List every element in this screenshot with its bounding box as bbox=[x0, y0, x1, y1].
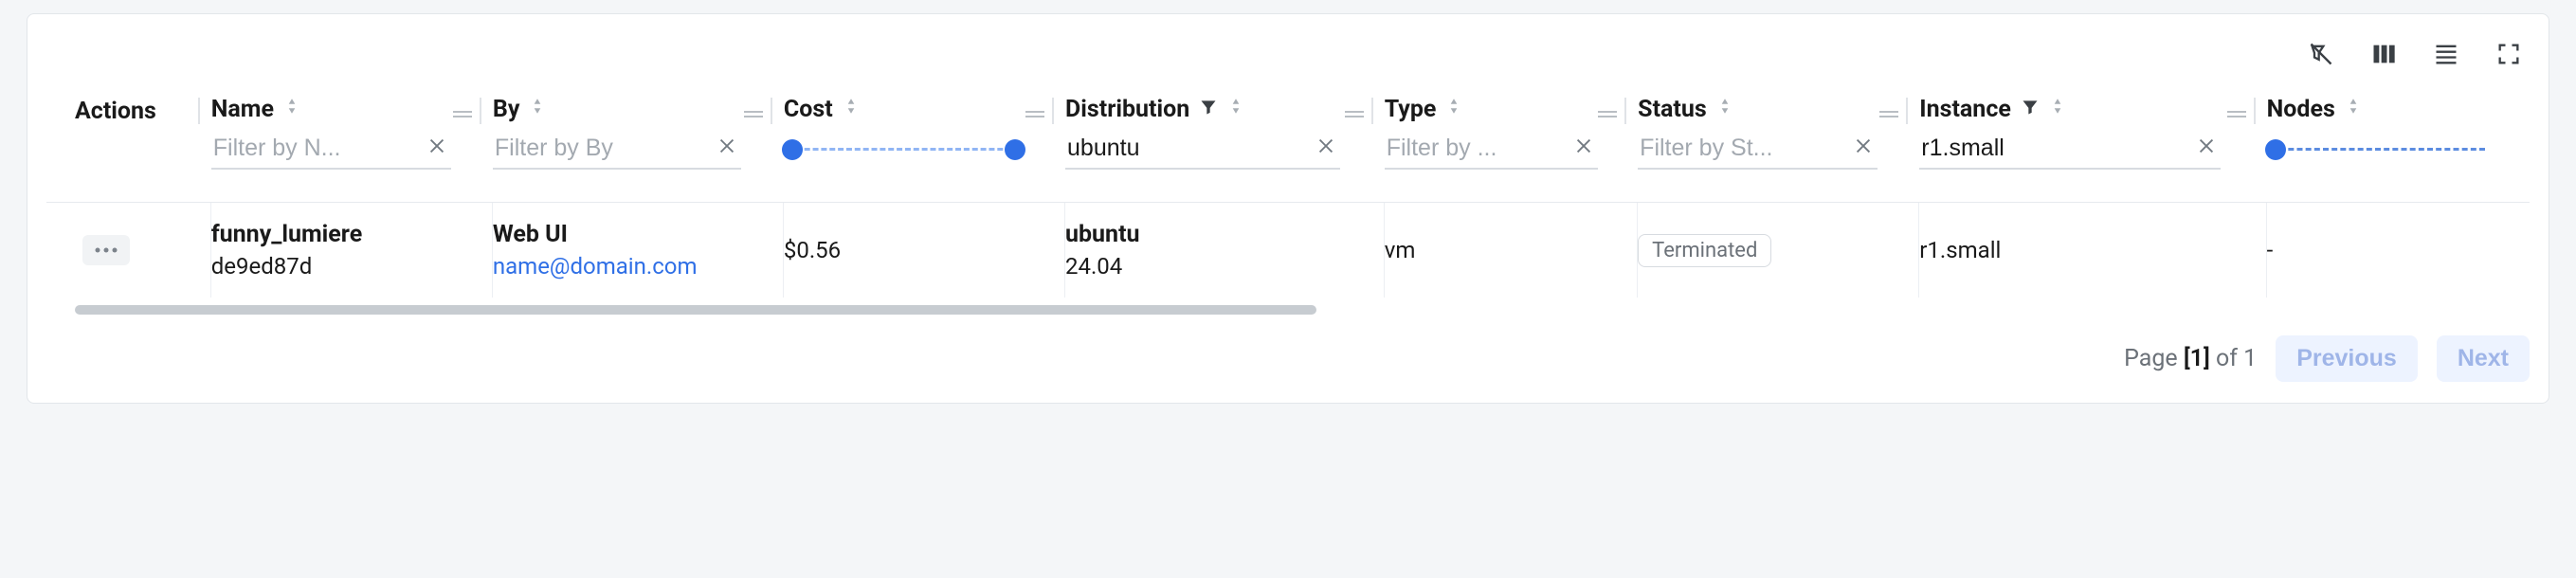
data-table-card: Actions Name By bbox=[27, 13, 2549, 404]
header-label-status: Status bbox=[1638, 96, 1707, 123]
clear-icon[interactable] bbox=[423, 135, 451, 162]
filter-name-input[interactable] bbox=[211, 131, 423, 166]
filter-active-icon[interactable] bbox=[1199, 96, 1218, 123]
slider-thumb-min[interactable] bbox=[2265, 139, 2286, 160]
nodes-range-slider[interactable] bbox=[2267, 135, 2489, 165]
header-label-instance: Instance bbox=[1919, 96, 2011, 123]
row-type: vm bbox=[1385, 235, 1618, 265]
row-id: de9ed87d bbox=[211, 251, 473, 281]
filter-type-input[interactable] bbox=[1385, 131, 1569, 166]
slider-track bbox=[788, 148, 1020, 151]
clear-icon[interactable] bbox=[1312, 135, 1340, 162]
header-label-name: Name bbox=[211, 96, 274, 123]
column-header-cost[interactable]: Cost bbox=[784, 96, 1065, 165]
drag-handle-icon[interactable] bbox=[1024, 99, 1046, 127]
sort-icon[interactable] bbox=[1716, 96, 1733, 123]
row-cost: $0.56 bbox=[784, 235, 1045, 265]
column-header-status[interactable]: Status bbox=[1638, 96, 1919, 170]
filter-off-icon[interactable] bbox=[2306, 39, 2336, 69]
cell-by: Web UI name@domain.com bbox=[493, 203, 784, 298]
column-header-instance[interactable]: Instance bbox=[1919, 96, 2266, 170]
next-button[interactable]: Next bbox=[2437, 335, 2530, 382]
clear-icon[interactable] bbox=[713, 135, 741, 162]
sort-icon[interactable] bbox=[1227, 96, 1244, 123]
slider-thumb-min[interactable] bbox=[782, 139, 803, 160]
row-distribution-version: 24.04 bbox=[1065, 251, 1365, 281]
cell-instance: r1.small bbox=[1919, 203, 2266, 298]
header-label-by: By bbox=[493, 96, 520, 123]
sort-icon[interactable] bbox=[843, 96, 860, 123]
slider-thumb-max[interactable] bbox=[1005, 139, 1025, 160]
column-header-nodes[interactable]: Nodes bbox=[2267, 96, 2530, 165]
sort-icon[interactable] bbox=[2345, 96, 2362, 123]
row-name: funny_lumiere bbox=[211, 219, 473, 251]
sort-icon[interactable] bbox=[2049, 96, 2066, 123]
table-row: funny_lumiere de9ed87d Web UI name@domai… bbox=[46, 203, 2530, 298]
filter-by-input[interactable] bbox=[493, 131, 713, 166]
filter-instance-input[interactable] bbox=[1919, 131, 2192, 166]
cell-actions bbox=[75, 203, 211, 298]
page-indicator: Page [1] of 1 bbox=[2124, 345, 2257, 372]
row-nodes: - bbox=[2267, 235, 2511, 265]
pagination: Page [1] of 1 Previous Next bbox=[46, 335, 2530, 382]
cell-name: funny_lumiere de9ed87d bbox=[211, 203, 493, 298]
drag-handle-icon[interactable] bbox=[1343, 99, 1366, 127]
clear-icon[interactable] bbox=[1569, 135, 1598, 162]
filter-status-input[interactable] bbox=[1638, 131, 1849, 166]
fullscreen-icon[interactable] bbox=[2494, 39, 2524, 69]
filter-instance[interactable] bbox=[1919, 131, 2221, 170]
cost-range-slider[interactable] bbox=[784, 135, 1024, 165]
drag-handle-icon[interactable] bbox=[1596, 99, 1619, 127]
header-label-distribution: Distribution bbox=[1065, 96, 1189, 123]
filter-distribution-input[interactable] bbox=[1065, 131, 1312, 166]
cell-cost: $0.56 bbox=[784, 203, 1065, 298]
header-label-nodes: Nodes bbox=[2267, 96, 2335, 123]
sort-icon[interactable] bbox=[283, 96, 300, 123]
row-distribution: ubuntu bbox=[1065, 219, 1365, 251]
drag-handle-icon[interactable] bbox=[742, 99, 765, 127]
density-icon[interactable] bbox=[2431, 39, 2461, 69]
table-header-row: Actions Name By bbox=[46, 96, 2530, 170]
column-header-by[interactable]: By bbox=[493, 96, 784, 170]
columns-icon[interactable] bbox=[2368, 39, 2399, 69]
row-by-source: Web UI bbox=[493, 219, 764, 251]
filter-status[interactable] bbox=[1638, 131, 1878, 170]
sort-icon[interactable] bbox=[529, 96, 546, 123]
drag-handle-icon[interactable] bbox=[451, 99, 474, 127]
previous-button[interactable]: Previous bbox=[2276, 335, 2418, 382]
row-instance: r1.small bbox=[1919, 235, 2246, 265]
column-header-name[interactable]: Name bbox=[211, 96, 493, 170]
filter-active-icon[interactable] bbox=[2021, 96, 2040, 123]
filter-name[interactable] bbox=[211, 131, 451, 170]
filter-by[interactable] bbox=[493, 131, 741, 170]
header-label-cost: Cost bbox=[784, 96, 833, 123]
row-actions-button[interactable] bbox=[82, 235, 130, 265]
column-header-actions: Actions bbox=[75, 96, 211, 125]
column-header-distribution[interactable]: Distribution bbox=[1065, 96, 1385, 170]
sort-icon[interactable] bbox=[1445, 96, 1462, 123]
clear-icon[interactable] bbox=[1849, 135, 1878, 162]
cell-status: Terminated bbox=[1638, 203, 1919, 298]
row-by-email[interactable]: name@domain.com bbox=[493, 251, 764, 281]
cell-type: vm bbox=[1385, 203, 1638, 298]
slider-track bbox=[2271, 148, 2485, 151]
clear-icon[interactable] bbox=[2192, 135, 2221, 162]
cell-distribution: ubuntu 24.04 bbox=[1065, 203, 1385, 298]
horizontal-scrollbar[interactable] bbox=[75, 305, 1316, 315]
filter-distribution[interactable] bbox=[1065, 131, 1340, 170]
column-header-type[interactable]: Type bbox=[1385, 96, 1638, 170]
status-badge: Terminated bbox=[1638, 234, 1771, 267]
cell-nodes: - bbox=[2267, 203, 2530, 298]
table-body: funny_lumiere de9ed87d Web UI name@domai… bbox=[46, 202, 2530, 298]
drag-handle-icon[interactable] bbox=[1878, 99, 1900, 127]
drag-handle-icon[interactable] bbox=[2225, 99, 2248, 127]
header-label-type: Type bbox=[1385, 96, 1437, 123]
toolbar bbox=[46, 31, 2530, 77]
header-label-actions: Actions bbox=[75, 98, 156, 125]
filter-type[interactable] bbox=[1385, 131, 1598, 170]
